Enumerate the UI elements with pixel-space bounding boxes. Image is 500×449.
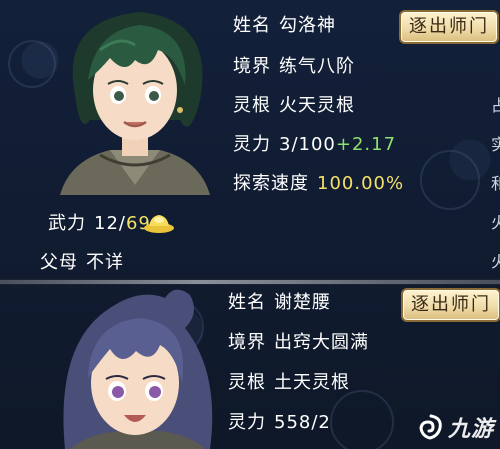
force-current: 12/ xyxy=(94,213,126,234)
parents-field: 父母 不详 xyxy=(40,251,124,275)
force-field: 武力 12/69 xyxy=(48,212,151,236)
spirit-power-label: 灵力 xyxy=(233,134,271,155)
force-label: 武力 xyxy=(48,213,86,234)
spirit-power-value: 3/100 xyxy=(279,134,336,155)
spirit-power-value: 558/2 xyxy=(274,412,331,433)
jiuyou-logo-icon xyxy=(419,414,442,440)
edge-text: 火 xyxy=(491,252,500,271)
name-value: 谢楚腰 xyxy=(274,292,331,313)
name-field: 姓名 谢楚腰 xyxy=(228,291,331,315)
edge-text: 占 xyxy=(491,96,500,115)
name-label: 姓名 xyxy=(233,15,271,36)
watermark-text: 九游 xyxy=(447,417,494,442)
edge-text: 实 xyxy=(491,135,500,154)
explore-speed-value: 100.00% xyxy=(317,173,405,194)
disciple-portrait xyxy=(63,289,213,449)
realm-value: 练气八阶 xyxy=(279,56,355,77)
parents-value: 不详 xyxy=(86,252,124,273)
name-label: 姓名 xyxy=(228,292,266,313)
explore-speed-field: 探索速度 100.00% xyxy=(233,172,404,196)
realm-value: 出窍大圆满 xyxy=(274,332,369,353)
spirit-root-label: 灵根 xyxy=(228,372,266,393)
realm-field: 境界 练气八阶 xyxy=(233,55,355,79)
spirit-power-field: 灵力 558/2 xyxy=(228,411,331,435)
name-value: 勾洛神 xyxy=(279,15,336,36)
spirit-root-field: 灵根 火天灵根 xyxy=(233,94,355,118)
realm-label: 境界 xyxy=(233,56,271,77)
edge-text: 火 xyxy=(491,213,500,232)
name-field: 姓名 勾洛神 xyxy=(233,14,336,38)
spirit-root-value: 土天灵根 xyxy=(274,372,350,393)
realm-field: 境界 出窍大圆满 xyxy=(228,331,369,355)
spirit-root-label: 灵根 xyxy=(233,95,271,116)
explore-speed-label: 探索速度 xyxy=(233,173,309,194)
expel-button[interactable]: 逐出师门 xyxy=(399,10,499,44)
spirit-power-field: 灵力 3/100+2.17 xyxy=(233,133,396,157)
realm-label: 境界 xyxy=(228,332,266,353)
disciple-list-panel: 姓名 勾洛神 逐出师门 境界 练气八阶 灵根 火天灵根 灵力 3/100+2.17 探索… xyxy=(0,0,500,449)
disciple-portrait xyxy=(60,12,210,195)
spirit-power-label: 灵力 xyxy=(228,412,266,433)
disciple-card[interactable]: 姓名 勾洛神 逐出师门 境界 练气八阶 灵根 火天灵根 灵力 3/100+2.17 探索… xyxy=(0,0,500,279)
spirit-root-value: 火天灵根 xyxy=(279,95,355,116)
expel-button[interactable]: 逐出师门 xyxy=(401,288,500,322)
parents-label: 父母 xyxy=(40,252,78,273)
spirit-root-field: 灵根 土天灵根 xyxy=(228,371,350,395)
gold-ingot-icon xyxy=(144,215,174,233)
spirit-power-bonus: +2.17 xyxy=(335,134,397,155)
watermark: 九游 xyxy=(418,411,494,443)
edge-text: 和 xyxy=(491,174,500,193)
